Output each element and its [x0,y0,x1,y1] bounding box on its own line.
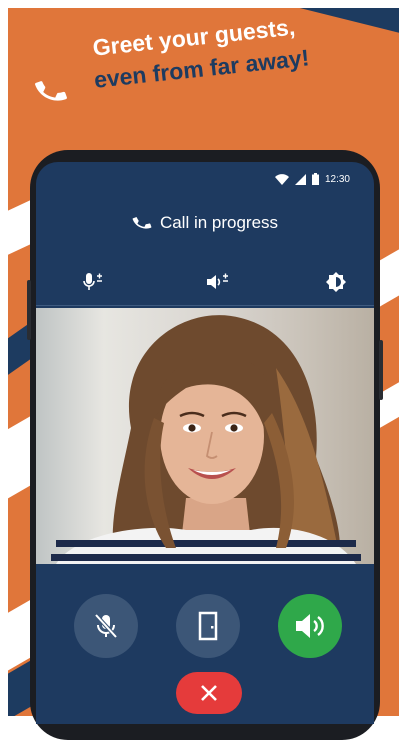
call-header: Call in progress [36,212,374,234]
phone-screen: 12:30 Call in progress [36,162,374,724]
hang-up-button[interactable] [176,672,242,714]
guest-video-image [51,315,361,564]
call-controls-row [36,270,374,294]
microphone-volume-icon [83,273,102,290]
phone-side-button-left [27,280,31,340]
speaker-volume-control[interactable] [204,270,232,294]
close-icon [201,685,217,701]
video-feed [36,308,374,564]
microphone-off-icon [94,613,118,639]
status-bar: 12:30 [274,172,350,186]
mute-button[interactable] [74,594,138,658]
brightness-control[interactable] [322,270,350,294]
phone-icon [132,217,152,229]
speaker-button[interactable] [278,594,342,658]
call-actions-bar [36,564,374,724]
wifi-icon [274,173,289,185]
mic-volume-control[interactable] [80,270,108,294]
door-icon [198,611,218,641]
phone-side-button-right [379,340,383,400]
call-title: Call in progress [159,213,279,232]
speaker-volume-icon [207,273,228,289]
open-door-button[interactable] [176,594,240,658]
controls-divider [36,305,374,306]
status-time: 12:30 [324,173,350,185]
signal-icon [294,173,306,185]
battery-icon [311,173,319,185]
promo-headline: Greet your guests, even from far away! [22,8,388,122]
speaker-icon [296,614,324,638]
brightness-icon [326,272,346,292]
